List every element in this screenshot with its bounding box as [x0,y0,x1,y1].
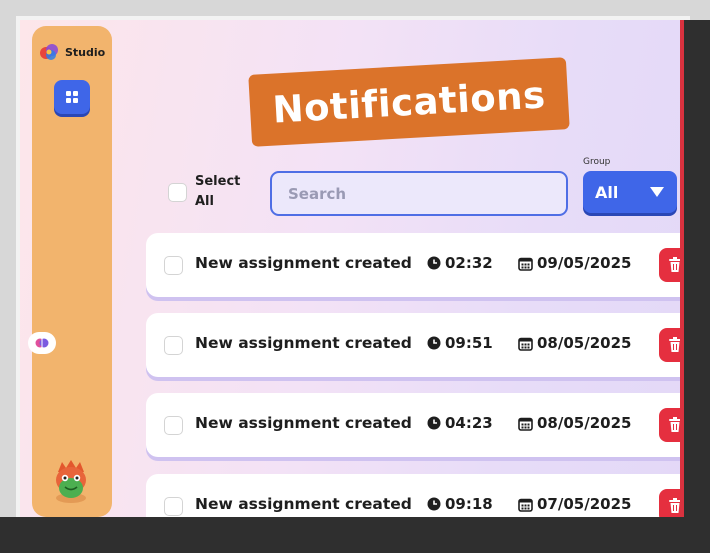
notification-date-text: 09/05/2025 [537,254,632,272]
group-selected-value: All [595,182,619,202]
notification-title: New assignment created [195,414,412,432]
notification-time-text: 09:18 [445,495,493,513]
select-all[interactable]: Select All [168,172,249,212]
brand[interactable]: Studio [38,40,105,64]
caret-down-icon [650,187,664,197]
page-title-banner: Notifications [248,57,570,147]
notification-row[interactable]: New assignment created 09:18 07/05/2025 [146,474,686,517]
sidebar: Studio [28,26,112,517]
notification-row[interactable]: New assignment created 09:51 08/05/2025 [146,313,686,377]
user-avatar[interactable] [50,458,92,504]
studio-logo-icon [40,44,58,60]
dashboard-button[interactable] [54,80,90,114]
notification-time: 09:51 [427,334,493,352]
notification-date-text: 08/05/2025 [537,414,632,432]
select-all-checkbox[interactable] [168,182,187,202]
calendar-icon [518,257,533,271]
notification-time: 02:32 [427,254,493,272]
row-checkbox[interactable] [164,416,183,435]
clock-icon [427,336,441,350]
brand-name: Studio [65,45,106,59]
notification-title: New assignment created [195,495,412,513]
notification-row[interactable]: New assignment created 04:23 08/05/2025 [146,393,686,457]
notification-time: 04:23 [427,414,493,432]
calendar-icon [518,498,533,512]
notification-title: New assignment created [195,254,412,272]
brain-icon [35,338,49,348]
app-window: Studio Notifications Select All Search G… [20,20,686,517]
notification-date: 08/05/2025 [518,414,631,432]
notification-date: 07/05/2025 [518,495,631,513]
row-checkbox[interactable] [164,497,183,516]
row-checkbox[interactable] [164,336,183,355]
notification-date: 09/05/2025 [518,254,631,272]
notification-date-text: 08/05/2025 [537,334,632,352]
calendar-icon [518,337,533,351]
notification-time: 09:18 [427,495,493,513]
clock-icon [427,416,441,430]
group-label: Group [583,157,611,167]
notification-time-text: 09:51 [445,334,493,352]
notification-title: New assignment created [195,334,412,352]
notification-time-text: 04:23 [445,414,493,432]
sidebar-expand-toggle[interactable] [28,332,56,354]
window-edge [684,20,710,517]
select-all-label: Select All [195,174,241,209]
clock-icon [427,256,441,270]
bottom-bar [0,517,710,553]
search-input[interactable] [270,171,568,216]
notification-date-text: 07/05/2025 [537,495,632,513]
calendar-icon [518,417,533,431]
notification-time-text: 02:32 [445,254,493,272]
group-dropdown[interactable]: All [583,171,677,213]
grid-icon [66,91,78,103]
row-checkbox[interactable] [164,256,183,275]
notification-row[interactable]: New assignment created 02:32 09/05/2025 [146,233,686,297]
clock-icon [427,497,441,511]
notification-date: 08/05/2025 [518,334,631,352]
page-title: Notifications [271,72,547,132]
